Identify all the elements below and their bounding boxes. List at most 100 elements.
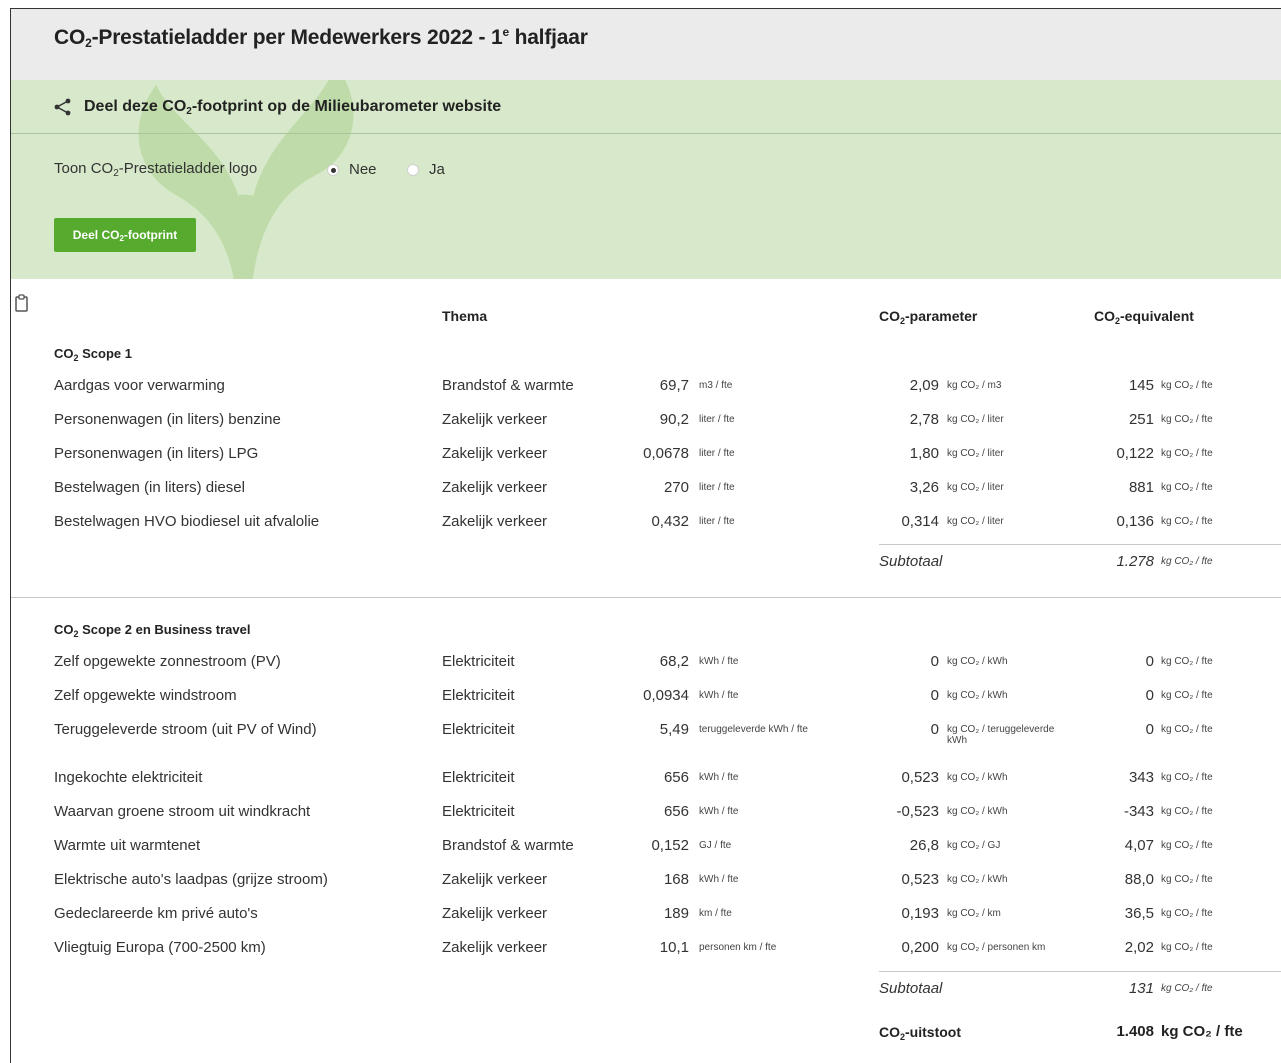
share-header[interactable]: Deel deze CO2-footprint op de Milieubaro… bbox=[11, 80, 1281, 134]
row-co2-equivalent-unit: kg CO₂ / fte bbox=[1161, 772, 1213, 783]
share-title[interactable]: Deel deze CO2-footprint op de Milieubaro… bbox=[84, 98, 501, 117]
row-co2-equivalent-unit: kg CO₂ / fte bbox=[1161, 690, 1213, 701]
row-name: Gedeclareerde km privé auto's bbox=[54, 905, 258, 922]
page-frame: CO2-Prestatieladder per Medewerkers 2022… bbox=[10, 8, 1281, 1063]
row-amount-unit: liter / fte bbox=[699, 516, 735, 527]
column-header-co2-parameter: CO2-parameter bbox=[879, 308, 978, 326]
row-co2-equivalent-unit: kg CO₂ / fte bbox=[1161, 516, 1213, 527]
subtotal-unit-scope1: kg CO₂ / fte bbox=[1161, 556, 1213, 567]
row-amount-unit: kWh / fte bbox=[699, 806, 739, 817]
row-co2-equivalent: 0,136 bbox=[1116, 513, 1154, 530]
row-name: Warmte uit warmtenet bbox=[54, 837, 201, 854]
row-amount-unit: liter / fte bbox=[699, 448, 735, 459]
share-panel: Deel deze CO2-footprint op de Milieubaro… bbox=[11, 80, 1281, 279]
total-unit: kg CO₂ / fte bbox=[1161, 1023, 1243, 1040]
table-row: Aardgas voor verwarming Brandstof & warmt… bbox=[11, 377, 1281, 411]
row-co2-parameter: 0 bbox=[930, 721, 939, 738]
row-theme: Elektriciteit bbox=[442, 769, 515, 786]
row-co2-parameter-unit: kg CO₂ / liter bbox=[947, 414, 1004, 425]
row-amount-unit: km / fte bbox=[699, 908, 732, 919]
row-co2-parameter-unit: kg CO₂ / kWh bbox=[947, 874, 1008, 885]
row-theme: Brandstof & warmte bbox=[442, 377, 574, 394]
row-theme: Elektriciteit bbox=[442, 721, 515, 738]
row-amount-unit: GJ / fte bbox=[699, 840, 732, 851]
radio-ja-label: Ja bbox=[429, 161, 445, 178]
row-amount: 168 bbox=[663, 871, 689, 888]
row-amount: 656 bbox=[663, 803, 689, 820]
row-amount: 270 bbox=[663, 479, 689, 496]
row-co2-equivalent-unit: kg CO₂ / fte bbox=[1161, 908, 1213, 919]
row-theme: Elektriciteit bbox=[442, 687, 515, 704]
logo-option-ja[interactable]: Ja bbox=[407, 161, 445, 178]
row-theme: Elektriciteit bbox=[442, 653, 515, 670]
section-title-scope2: CO2 Scope 2 en Business travel bbox=[54, 622, 251, 639]
row-co2-equivalent: 2,02 bbox=[1124, 939, 1154, 956]
row-name: Teruggeleverde stroom (uit PV of Wind) bbox=[54, 721, 317, 738]
row-amount: 68,2 bbox=[659, 653, 689, 670]
row-name: Vliegtuig Europa (700-2500 km) bbox=[54, 939, 266, 956]
row-co2-equivalent-unit: kg CO₂ / fte bbox=[1161, 380, 1213, 391]
subtotal-label-scope1: Subtotaal bbox=[879, 553, 943, 570]
row-amount-unit: teruggeleverde kWh / fte bbox=[699, 724, 808, 735]
row-co2-equivalent: 88,0 bbox=[1124, 871, 1154, 888]
row-amount: 10,1 bbox=[659, 939, 689, 956]
row-co2-equivalent: 145 bbox=[1128, 377, 1154, 394]
row-co2-equivalent: -343 bbox=[1123, 803, 1154, 820]
row-amount-unit: kWh / fte bbox=[699, 690, 739, 701]
subtotal-value-scope2: 131 bbox=[1128, 980, 1154, 997]
row-name: Ingekochte elektriciteit bbox=[54, 769, 203, 786]
row-name: Aardgas voor verwarming bbox=[54, 377, 225, 394]
row-co2-equivalent-unit: kg CO₂ / fte bbox=[1161, 724, 1213, 735]
column-header-co2-equivalent: CO2-equivalent bbox=[1094, 308, 1194, 326]
subtotal-divider-scope1 bbox=[879, 544, 1281, 545]
clipboard-icon[interactable] bbox=[13, 294, 31, 314]
row-co2-equivalent-unit: kg CO₂ / fte bbox=[1161, 656, 1213, 667]
share-footprint-button[interactable]: Deel CO2-footprint bbox=[54, 218, 196, 252]
row-co2-equivalent: 0 bbox=[1145, 653, 1154, 670]
row-co2-parameter: 0 bbox=[930, 687, 939, 704]
row-amount-unit: kWh / fte bbox=[699, 874, 739, 885]
row-co2-parameter-unit: kg CO₂ / km bbox=[947, 908, 1001, 919]
radio-ja-unselected[interactable] bbox=[407, 163, 419, 176]
table-row: Elektrische auto's laadpas (grijze stroo… bbox=[11, 871, 1281, 905]
row-name: Zelf opgewekte zonnestroom (PV) bbox=[54, 653, 281, 670]
row-name: Elektrische auto's laadpas (grijze stroo… bbox=[54, 871, 328, 888]
row-amount: 5,49 bbox=[659, 721, 689, 738]
subtotal-label-scope2: Subtotaal bbox=[879, 980, 943, 997]
row-theme: Zakelijk verkeer bbox=[442, 871, 548, 888]
logo-option-nee[interactable]: Nee bbox=[327, 161, 377, 178]
row-co2-equivalent-unit: kg CO₂ / fte bbox=[1161, 482, 1213, 493]
table-row: Zelf opgewekte zonnestroom (PV) Elektrici… bbox=[11, 653, 1281, 687]
row-theme: Zakelijk verkeer bbox=[442, 445, 548, 462]
row-co2-equivalent-unit: kg CO₂ / fte bbox=[1161, 874, 1213, 885]
row-co2-parameter-unit: kg CO₂ / m3 bbox=[947, 380, 1002, 391]
subtotal-unit-scope2: kg CO₂ / fte bbox=[1161, 983, 1213, 994]
row-co2-parameter-unit: kg CO₂ / liter bbox=[947, 516, 1004, 527]
row-theme: Zakelijk verkeer bbox=[442, 905, 548, 922]
row-name: Bestelwagen HVO biodiesel uit afvalolie bbox=[54, 513, 320, 530]
row-theme: Zakelijk verkeer bbox=[442, 411, 548, 428]
row-co2-equivalent: 881 bbox=[1128, 479, 1154, 496]
row-co2-equivalent: 36,5 bbox=[1124, 905, 1154, 922]
row-amount: 656 bbox=[663, 769, 689, 786]
row-co2-parameter: 0,200 bbox=[901, 939, 939, 956]
row-theme: Elektriciteit bbox=[442, 803, 515, 820]
radio-nee-label: Nee bbox=[349, 161, 377, 178]
row-co2-equivalent: 343 bbox=[1128, 769, 1154, 786]
row-amount: 0,0934 bbox=[643, 687, 689, 704]
row-co2-parameter-unit: kg CO₂ / liter bbox=[947, 482, 1004, 493]
row-amount-unit: personen km / fte bbox=[699, 942, 777, 953]
page-title: CO2-Prestatieladder per Medewerkers 2022… bbox=[54, 25, 588, 50]
row-co2-parameter-unit: kg CO₂ / kWh bbox=[947, 772, 1008, 783]
row-theme: Brandstof & warmte bbox=[442, 837, 574, 854]
row-amount-unit: m3 / fte bbox=[699, 380, 733, 391]
row-co2-parameter: 1,80 bbox=[909, 445, 939, 462]
section-title-scope1: CO2 Scope 1 bbox=[54, 346, 132, 363]
row-co2-parameter-unit: kg CO₂ / kWh bbox=[947, 656, 1008, 667]
row-co2-parameter: 0 bbox=[930, 653, 939, 670]
radio-nee-selected[interactable] bbox=[327, 163, 339, 176]
subtotal-divider-scope2 bbox=[879, 971, 1281, 972]
share-icon[interactable] bbox=[53, 97, 73, 117]
row-co2-equivalent-unit: kg CO₂ / fte bbox=[1161, 942, 1213, 953]
row-amount: 90,2 bbox=[659, 411, 689, 428]
